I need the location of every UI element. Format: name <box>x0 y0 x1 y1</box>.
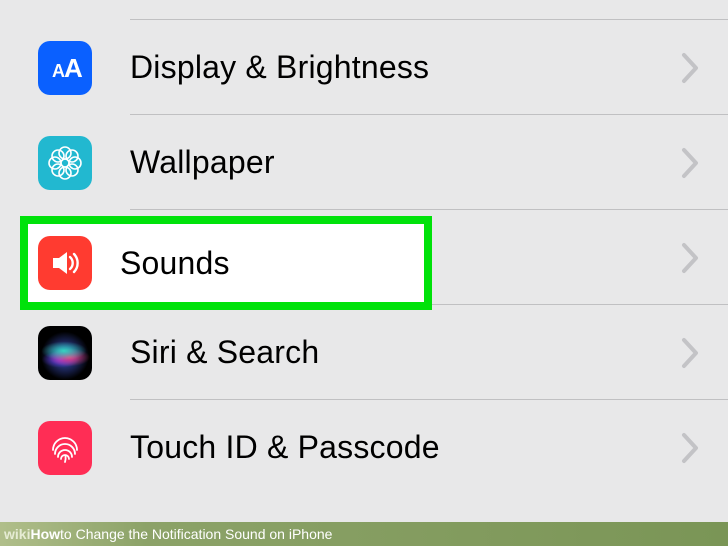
chevron-right-icon <box>680 241 702 275</box>
highlight-sounds[interactable]: Sounds <box>20 216 432 310</box>
caption-brand-wiki: wiki <box>4 526 30 542</box>
settings-row-touchid[interactable]: Touch ID & Passcode <box>0 400 728 495</box>
fingerprint-icon <box>38 421 92 475</box>
settings-row-wallpaper[interactable]: Wallpaper <box>0 115 728 210</box>
text-size-icon: A A <box>38 41 92 95</box>
caption-brand-how: How <box>30 526 60 542</box>
chevron-right-icon <box>680 146 702 180</box>
settings-row-display[interactable]: A A Display & Brightness <box>0 20 728 115</box>
caption-bar: wikiHow to Change the Notification Sound… <box>0 522 728 546</box>
caption-text: to Change the Notification Sound on iPho… <box>60 526 332 542</box>
chevron-right-icon <box>680 336 702 370</box>
row-label: Display & Brightness <box>130 49 680 86</box>
row-label: Sounds <box>120 245 424 282</box>
flower-icon <box>38 136 92 190</box>
svg-text:A: A <box>64 53 83 83</box>
speaker-icon <box>38 236 92 290</box>
siri-icon <box>38 326 92 380</box>
settings-row-siri[interactable]: Siri & Search <box>0 305 728 400</box>
row-label: Touch ID & Passcode <box>130 429 680 466</box>
row-label: Wallpaper <box>130 144 680 181</box>
row-divider-top <box>130 0 728 20</box>
chevron-right-icon <box>680 431 702 465</box>
row-label: Siri & Search <box>130 334 680 371</box>
chevron-right-icon <box>680 51 702 85</box>
